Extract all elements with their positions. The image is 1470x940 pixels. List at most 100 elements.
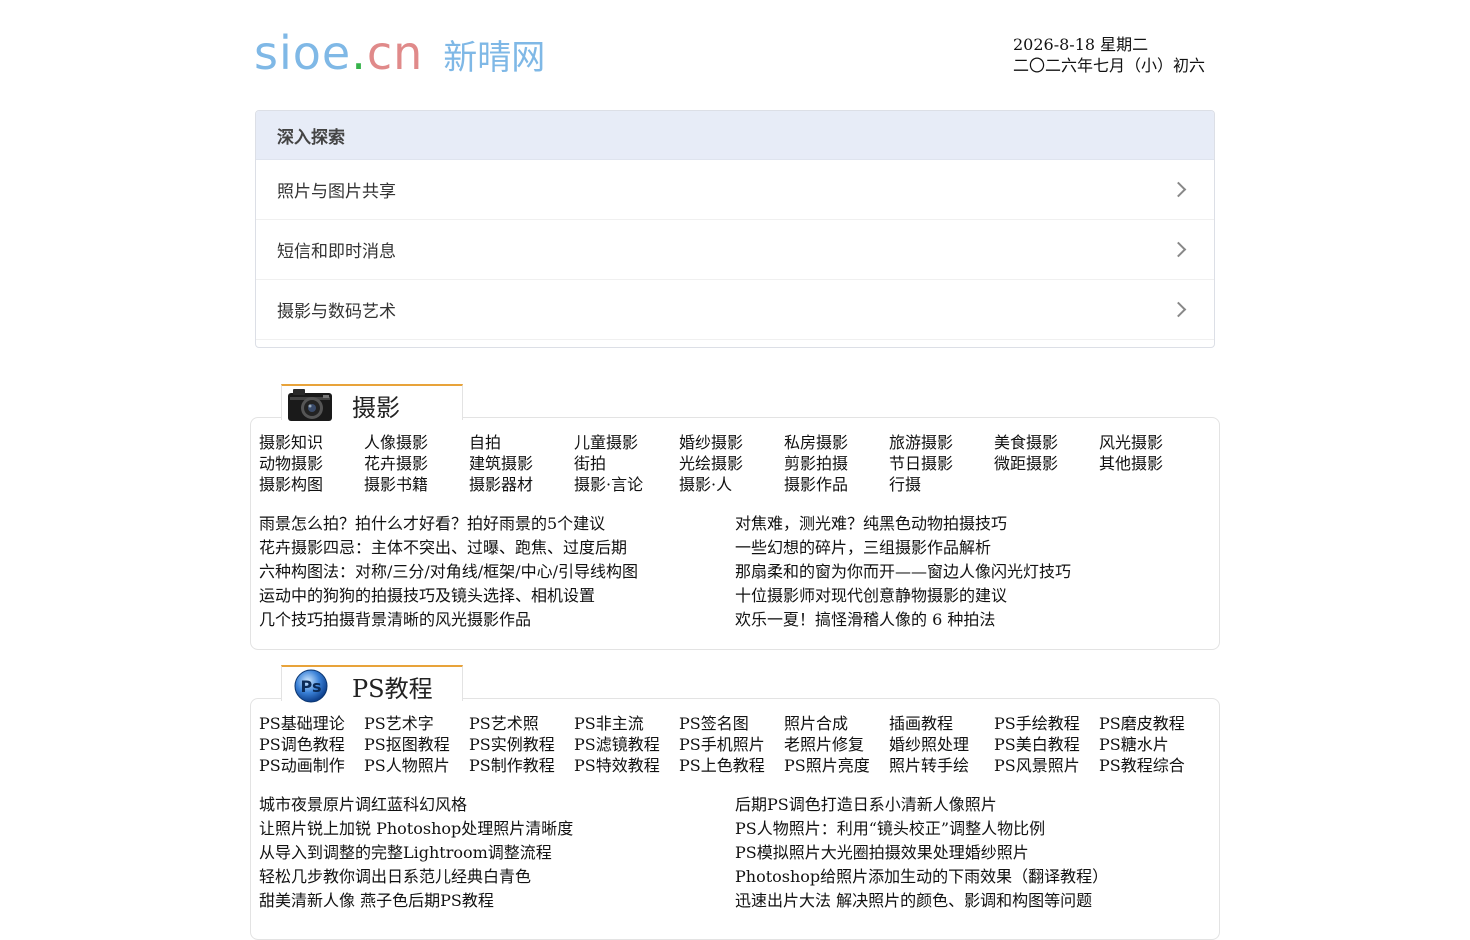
article-link[interactable]: 那扇柔和的窗为你而开——窗边人像闪光灯技巧 [735, 560, 1211, 584]
article-list: 城市夜景原片调红蓝科幻风格 后期PS调色打造日系小清新人像照片 让照片锐上加锐 … [259, 793, 1211, 913]
section-tab[interactable]: 摄影 [281, 384, 463, 422]
category-link[interactable]: 行摄 [889, 474, 994, 495]
category-link[interactable]: PS教程综合 [1099, 755, 1204, 776]
article-link[interactable]: PS模拟照片大光圈拍摄效果处理婚纱照片 [735, 841, 1211, 865]
date-display: 2026-8-18 星期二 二〇二六年七月（小）初六 [1013, 34, 1205, 76]
article-link[interactable]: 欢乐一夏！搞怪滑稽人像的 6 种拍法 [735, 608, 1211, 632]
logo-part1: sioe [254, 26, 352, 80]
category-link[interactable]: 摄影器材 [469, 474, 574, 495]
category-link[interactable]: PS动画制作 [259, 755, 364, 776]
category-link[interactable]: 动物摄影 [259, 453, 364, 474]
article-list: 雨景怎么拍？拍什么才好看？拍好雨景的5个建议 对焦难，测光难？纯黑色动物拍摄技巧… [259, 512, 1211, 632]
category-grid: PS基础理论 PS艺术字 PS艺术照 PS非主流 PS签名图 照片合成 插画教程… [259, 713, 1209, 776]
explore-heading: 深入探索 [256, 111, 1214, 160]
chevron-right-icon [1170, 241, 1187, 258]
category-link[interactable]: 花卉摄影 [364, 453, 469, 474]
explore-item[interactable]: 照片与图片共享 [256, 160, 1214, 220]
category-link[interactable]: 摄影知识 [259, 432, 364, 453]
article-link[interactable]: 十位摄影师对现代创意静物摄影的建议 [735, 584, 1211, 608]
camera-icon [288, 389, 332, 421]
category-link[interactable]: 照片合成 [784, 713, 889, 734]
category-link[interactable]: 照片转手绘 [889, 755, 994, 776]
article-link[interactable]: 城市夜景原片调红蓝科幻风格 [259, 793, 735, 817]
category-link[interactable]: 光绘摄影 [679, 453, 784, 474]
category-link[interactable]: 节日摄影 [889, 453, 994, 474]
category-link[interactable]: 摄影书籍 [364, 474, 469, 495]
category-link[interactable]: PS调色教程 [259, 734, 364, 755]
article-link[interactable]: 从导入到调整的完整Lightroom调整流程 [259, 841, 735, 865]
category-link[interactable]: 美食摄影 [994, 432, 1099, 453]
category-link[interactable]: 微距摄影 [994, 453, 1099, 474]
explore-item[interactable]: 短信和即时消息 [256, 220, 1214, 280]
explore-item-label: 照片与图片共享 [277, 182, 396, 202]
photoshop-icon: Ps [294, 669, 328, 703]
category-link[interactable]: 街拍 [574, 453, 679, 474]
category-link[interactable]: 插画教程 [889, 713, 994, 734]
category-link[interactable]: 风光摄影 [1099, 432, 1204, 453]
gregorian-date: 2026-8-18 星期二 [1013, 35, 1149, 54]
logo-dot: . [351, 26, 367, 80]
svg-text:Ps: Ps [301, 677, 322, 696]
article-link[interactable]: 一些幻想的碎片，三组摄影作品解析 [735, 536, 1211, 560]
article-link[interactable]: 轻松几步教你调出日系范儿经典白青色 [259, 865, 735, 889]
category-link[interactable]: 婚纱照处理 [889, 734, 994, 755]
category-link[interactable]: PS手机照片 [679, 734, 784, 755]
section-panel: 摄影知识 人像摄影 自拍 儿童摄影 婚纱摄影 私房摄影 旅游摄影 美食摄影 风光… [250, 417, 1220, 650]
category-link[interactable]: 摄影·言论 [574, 474, 679, 495]
category-link[interactable]: PS上色教程 [679, 755, 784, 776]
chevron-right-icon [1170, 181, 1187, 198]
category-grid: 摄影知识 人像摄影 自拍 儿童摄影 婚纱摄影 私房摄影 旅游摄影 美食摄影 风光… [259, 432, 1209, 495]
section-tab[interactable]: Ps PS教程 [281, 665, 463, 703]
article-link[interactable]: PS人物照片：利用“镜头校正”调整人物比例 [735, 817, 1211, 841]
article-link[interactable]: 运动中的狗狗的拍摄技巧及镜头选择、相机设置 [259, 584, 735, 608]
category-link[interactable]: 建筑摄影 [469, 453, 574, 474]
category-link[interactable]: PS滤镜教程 [574, 734, 679, 755]
explore-item-label: 短信和即时消息 [277, 242, 396, 262]
category-link[interactable]: PS人物照片 [364, 755, 469, 776]
article-link[interactable]: 花卉摄影四忌：主体不突出、过曝、跑焦、过度后期 [259, 536, 735, 560]
category-link[interactable]: 私房摄影 [784, 432, 889, 453]
category-link[interactable]: PS糖水片 [1099, 734, 1204, 755]
category-link[interactable]: PS非主流 [574, 713, 679, 734]
category-link[interactable]: 其他摄影 [1099, 453, 1204, 474]
category-link[interactable]: 儿童摄影 [574, 432, 679, 453]
category-link[interactable]: 摄影作品 [784, 474, 889, 495]
article-link[interactable]: 甜美清新人像 燕子色后期PS教程 [259, 889, 735, 913]
category-link[interactable]: PS手绘教程 [994, 713, 1099, 734]
category-link[interactable]: PS制作教程 [469, 755, 574, 776]
article-link[interactable]: 迅速出片大法 解决照片的颜色、影调和构图等问题 [735, 889, 1211, 913]
article-link[interactable]: 对焦难，测光难？纯黑色动物拍摄技巧 [735, 512, 1211, 536]
article-link[interactable]: 雨景怎么拍？拍什么才好看？拍好雨景的5个建议 [259, 512, 735, 536]
category-link[interactable]: PS基础理论 [259, 713, 364, 734]
category-link[interactable]: 自拍 [469, 432, 574, 453]
chevron-right-icon [1170, 301, 1187, 318]
explore-panel: 深入探索 照片与图片共享 短信和即时消息 摄影与数码艺术 [255, 110, 1215, 348]
category-link[interactable]: 老照片修复 [784, 734, 889, 755]
category-link[interactable]: PS艺术字 [364, 713, 469, 734]
category-link[interactable]: PS磨皮教程 [1099, 713, 1204, 734]
category-link[interactable]: 剪影拍摄 [784, 453, 889, 474]
explore-item[interactable]: 摄影与数码艺术 [256, 280, 1214, 340]
category-link[interactable]: PS美白教程 [994, 734, 1099, 755]
category-link[interactable]: 摄影构图 [259, 474, 364, 495]
category-link[interactable]: PS抠图教程 [364, 734, 469, 755]
site-logo[interactable]: sioe.cn 新晴网 [254, 26, 545, 80]
category-link[interactable]: PS签名图 [679, 713, 784, 734]
category-link[interactable]: PS实例教程 [469, 734, 574, 755]
category-link[interactable]: 婚纱摄影 [679, 432, 784, 453]
category-link[interactable]: PS特效教程 [574, 755, 679, 776]
article-link[interactable]: 六种构图法：对称/三分/对角线/框架/中心/引导线构图 [259, 560, 735, 584]
category-link[interactable]: 摄影·人 [679, 474, 784, 495]
lunar-date: 二〇二六年七月（小）初六 [1013, 56, 1206, 75]
article-link[interactable]: 后期PS调色打造日系小清新人像照片 [735, 793, 1211, 817]
category-link[interactable]: PS照片亮度 [784, 755, 889, 776]
category-link[interactable]: PS艺术照 [469, 713, 574, 734]
explore-item-label: 摄影与数码艺术 [277, 302, 396, 322]
section-panel: PS基础理论 PS艺术字 PS艺术照 PS非主流 PS签名图 照片合成 插画教程… [250, 698, 1220, 940]
category-link[interactable]: PS风景照片 [994, 755, 1099, 776]
article-link[interactable]: 几个技巧拍摄背景清晰的风光摄影作品 [259, 608, 735, 632]
category-link[interactable]: 旅游摄影 [889, 432, 994, 453]
category-link[interactable]: 人像摄影 [364, 432, 469, 453]
article-link[interactable]: 让照片锐上加锐 Photoshop处理照片清晰度 [259, 817, 735, 841]
article-link[interactable]: Photoshop给照片添加生动的下雨效果（翻译教程） [735, 865, 1211, 889]
